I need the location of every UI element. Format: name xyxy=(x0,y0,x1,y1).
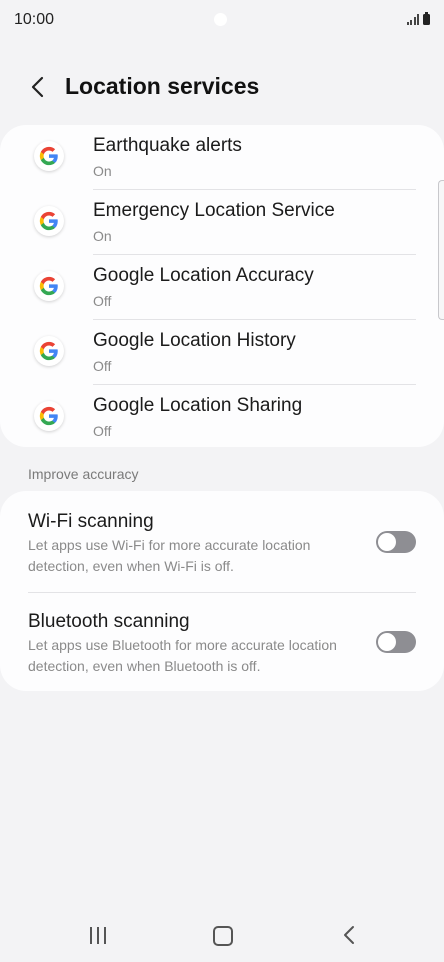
services-card: Earthquake alerts On Emergency Location … xyxy=(0,125,444,447)
toggle-knob xyxy=(378,633,396,651)
google-icon xyxy=(34,206,64,236)
service-status: Off xyxy=(93,423,112,439)
section-header-improve-accuracy: Improve accuracy xyxy=(28,466,139,482)
service-item-emergency-location-service[interactable]: Emergency Location Service On xyxy=(0,190,444,255)
app-bar: Location services xyxy=(0,62,444,114)
navigation-bar xyxy=(0,910,444,962)
bluetooth-scanning-toggle[interactable] xyxy=(376,631,416,653)
service-status: Off xyxy=(93,293,112,309)
service-title: Google Location Accuracy xyxy=(93,265,314,286)
toggle-title: Bluetooth scanning xyxy=(28,611,190,632)
wifi-scanning-toggle[interactable] xyxy=(376,531,416,553)
google-icon xyxy=(34,271,64,301)
signal-icon xyxy=(406,13,419,25)
home-button[interactable] xyxy=(213,926,233,946)
service-item-earthquake-alerts[interactable]: Earthquake alerts On xyxy=(0,125,444,190)
service-status: Off xyxy=(93,358,112,374)
service-item-google-location-accuracy[interactable]: Google Location Accuracy Off xyxy=(0,255,444,320)
chevron-left-icon xyxy=(31,76,44,98)
page-title: Location services xyxy=(65,73,260,99)
google-icon xyxy=(34,336,64,366)
bluetooth-scanning-item[interactable]: Bluetooth scanning Let apps use Bluetoot… xyxy=(0,593,444,691)
back-button[interactable] xyxy=(22,72,52,102)
recents-button[interactable] xyxy=(90,927,106,944)
battery-icon xyxy=(423,12,430,25)
service-title: Earthquake alerts xyxy=(93,135,242,156)
status-icons xyxy=(406,12,430,25)
service-title: Google Location History xyxy=(93,330,296,351)
service-item-google-location-history[interactable]: Google Location History Off xyxy=(0,320,444,385)
service-item-google-location-sharing[interactable]: Google Location Sharing Off xyxy=(0,385,444,450)
chevron-left-icon xyxy=(344,926,354,944)
scrollbar[interactable] xyxy=(438,180,444,320)
status-time: 10:00 xyxy=(14,11,55,28)
google-icon xyxy=(34,401,64,431)
service-status: On xyxy=(93,163,112,179)
nav-back-button[interactable] xyxy=(338,924,360,946)
improve-accuracy-card: Wi-Fi scanning Let apps use Wi-Fi for mo… xyxy=(0,491,444,691)
wifi-scanning-item[interactable]: Wi-Fi scanning Let apps use Wi-Fi for mo… xyxy=(0,491,444,592)
google-icon xyxy=(34,141,64,171)
toggle-description: Let apps use Bluetooth for more accurate… xyxy=(28,637,337,674)
toggle-knob xyxy=(378,533,396,551)
status-bar: 10:00 xyxy=(0,0,444,42)
service-status: On xyxy=(93,228,112,244)
service-title: Emergency Location Service xyxy=(93,200,335,221)
camera-cutout xyxy=(214,13,227,26)
toggle-description: Let apps use Wi-Fi for more accurate loc… xyxy=(28,537,311,574)
service-title: Google Location Sharing xyxy=(93,395,303,416)
toggle-title: Wi-Fi scanning xyxy=(28,511,154,532)
